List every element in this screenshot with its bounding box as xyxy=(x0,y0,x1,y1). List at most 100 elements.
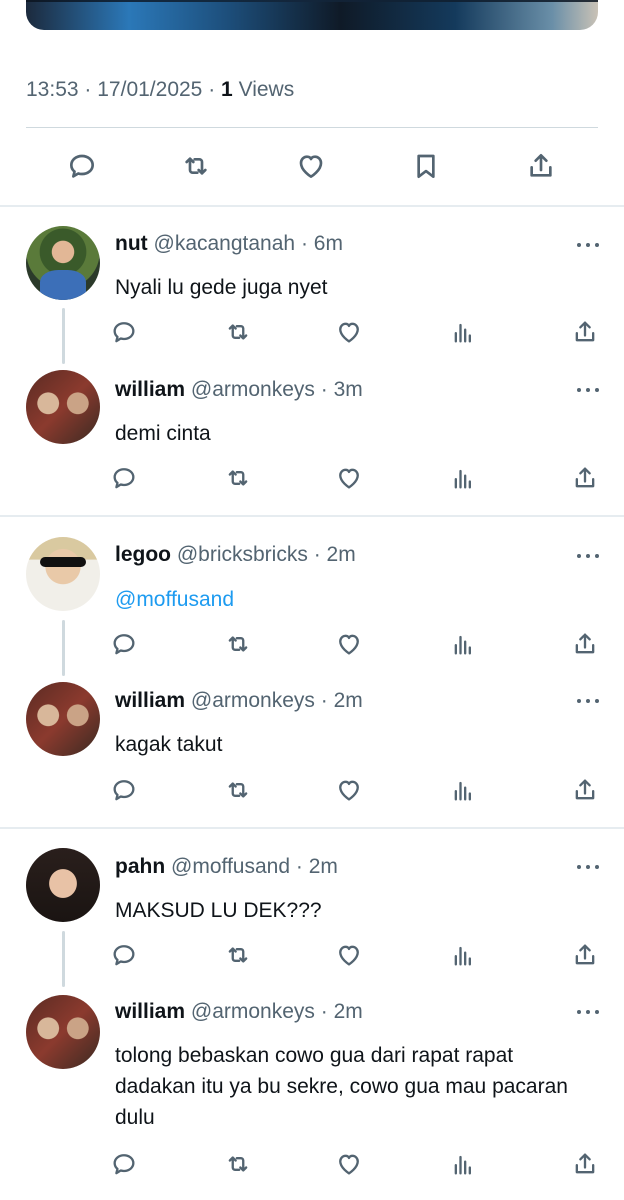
avatar[interactable] xyxy=(26,537,100,611)
avatar[interactable] xyxy=(26,226,100,300)
views-icon[interactable] xyxy=(450,941,480,971)
share-icon[interactable] xyxy=(571,318,601,348)
avatar[interactable] xyxy=(26,682,100,756)
reply-action-bar xyxy=(110,1150,605,1180)
reply-action-bar xyxy=(110,630,605,660)
tweet-media-image[interactable] xyxy=(26,0,598,30)
reply-header: william @armonkeys · 2m xyxy=(115,1000,363,1024)
avatar[interactable] xyxy=(26,370,100,444)
tweet-time: 13:53 xyxy=(26,78,79,101)
retweet-icon[interactable] xyxy=(180,150,212,182)
like-icon[interactable] xyxy=(335,941,365,971)
retweet-icon[interactable] xyxy=(224,1150,254,1180)
username[interactable]: @moffusand xyxy=(171,855,290,878)
reply-icon[interactable] xyxy=(110,1150,140,1180)
views-label: Views xyxy=(238,78,295,101)
reply-time: 2m xyxy=(308,855,338,878)
retweet-icon[interactable] xyxy=(224,941,254,971)
views-icon[interactable] xyxy=(450,776,480,806)
reply-text: Nyali lu gede juga nyet xyxy=(115,276,328,299)
views-icon[interactable] xyxy=(450,318,480,348)
views-icon[interactable] xyxy=(450,630,480,660)
reply-header: pahn @moffusand · 2m xyxy=(115,855,338,879)
reply-action-bar xyxy=(110,941,605,971)
reply-icon[interactable] xyxy=(66,150,98,182)
display-name[interactable]: william xyxy=(115,378,185,401)
share-icon[interactable] xyxy=(571,776,601,806)
reply-icon[interactable] xyxy=(110,941,140,971)
more-options-icon[interactable] xyxy=(575,862,601,872)
display-name[interactable]: pahn xyxy=(115,855,165,878)
meta-separator: · xyxy=(320,1000,328,1023)
username[interactable]: @armonkeys xyxy=(191,1000,315,1023)
thread-line xyxy=(62,308,65,364)
display-name[interactable]: nut xyxy=(115,232,148,255)
section-divider xyxy=(0,515,624,517)
reply-text: tolong bebaskan cowo gua dari rapat rapa… xyxy=(115,1044,568,1129)
more-options-icon[interactable] xyxy=(575,240,601,250)
reply-icon[interactable] xyxy=(110,776,140,806)
reply-text: kagak takut xyxy=(115,733,223,756)
thread-line xyxy=(62,931,65,987)
like-icon[interactable] xyxy=(335,630,365,660)
meta-separator: · xyxy=(320,689,328,712)
display-name[interactable]: william xyxy=(115,689,185,712)
reply-header: william @armonkeys · 3m xyxy=(115,378,363,402)
reply-icon[interactable] xyxy=(110,464,140,494)
reply-text: demi cinta xyxy=(115,422,211,445)
reply-text: MAKSUD LU DEK??? xyxy=(115,899,322,922)
retweet-icon[interactable] xyxy=(224,464,254,494)
username[interactable]: @bricksbricks xyxy=(177,543,308,566)
share-icon[interactable] xyxy=(525,150,557,182)
thread-line xyxy=(62,620,65,676)
reply-time: 6m xyxy=(313,232,343,255)
retweet-icon[interactable] xyxy=(224,776,254,806)
reply-time: 2m xyxy=(326,543,356,566)
display-name[interactable]: william xyxy=(115,1000,185,1023)
section-divider xyxy=(0,205,624,207)
reply-icon[interactable] xyxy=(110,630,140,660)
reply-icon[interactable] xyxy=(110,318,140,348)
retweet-icon[interactable] xyxy=(224,630,254,660)
section-divider xyxy=(0,827,624,829)
more-options-icon[interactable] xyxy=(575,1007,601,1017)
views-icon[interactable] xyxy=(450,1150,480,1180)
bookmark-icon[interactable] xyxy=(410,150,442,182)
share-icon[interactable] xyxy=(571,1150,601,1180)
views-icon[interactable] xyxy=(450,464,480,494)
reply-time: 2m xyxy=(333,1000,363,1023)
like-icon[interactable] xyxy=(335,464,365,494)
more-options-icon[interactable] xyxy=(575,385,601,395)
username[interactable]: @armonkeys xyxy=(191,378,315,401)
reply-time: 2m xyxy=(333,689,363,712)
divider xyxy=(26,127,598,128)
share-icon[interactable] xyxy=(571,630,601,660)
username[interactable]: @armonkeys xyxy=(191,689,315,712)
share-icon[interactable] xyxy=(571,941,601,971)
share-icon[interactable] xyxy=(571,464,601,494)
display-name[interactable]: legoo xyxy=(115,543,171,566)
meta-separator: · xyxy=(295,855,303,878)
reply-action-bar xyxy=(110,318,605,348)
meta-separator: · xyxy=(84,78,92,101)
reply-time: 3m xyxy=(333,378,363,401)
like-icon[interactable] xyxy=(335,1150,365,1180)
avatar[interactable] xyxy=(26,848,100,922)
tweet-action-bar xyxy=(26,140,598,192)
more-options-icon[interactable] xyxy=(575,696,601,706)
reply-action-bar xyxy=(110,776,605,806)
meta-separator: · xyxy=(313,543,321,566)
like-icon[interactable] xyxy=(335,776,365,806)
reply-header: nut @kacangtanah · 6m xyxy=(115,232,343,256)
mention-link[interactable]: @moffusand xyxy=(115,584,595,615)
like-icon[interactable] xyxy=(335,318,365,348)
username[interactable]: @kacangtanah xyxy=(154,232,296,255)
like-icon[interactable] xyxy=(295,150,327,182)
tweet-date: 17/01/2025 xyxy=(97,78,203,101)
meta-separator: · xyxy=(300,232,308,255)
meta-separator: · xyxy=(320,378,328,401)
retweet-icon[interactable] xyxy=(224,318,254,348)
meta-separator: · xyxy=(208,78,216,101)
avatar[interactable] xyxy=(26,995,100,1069)
more-options-icon[interactable] xyxy=(575,551,601,561)
